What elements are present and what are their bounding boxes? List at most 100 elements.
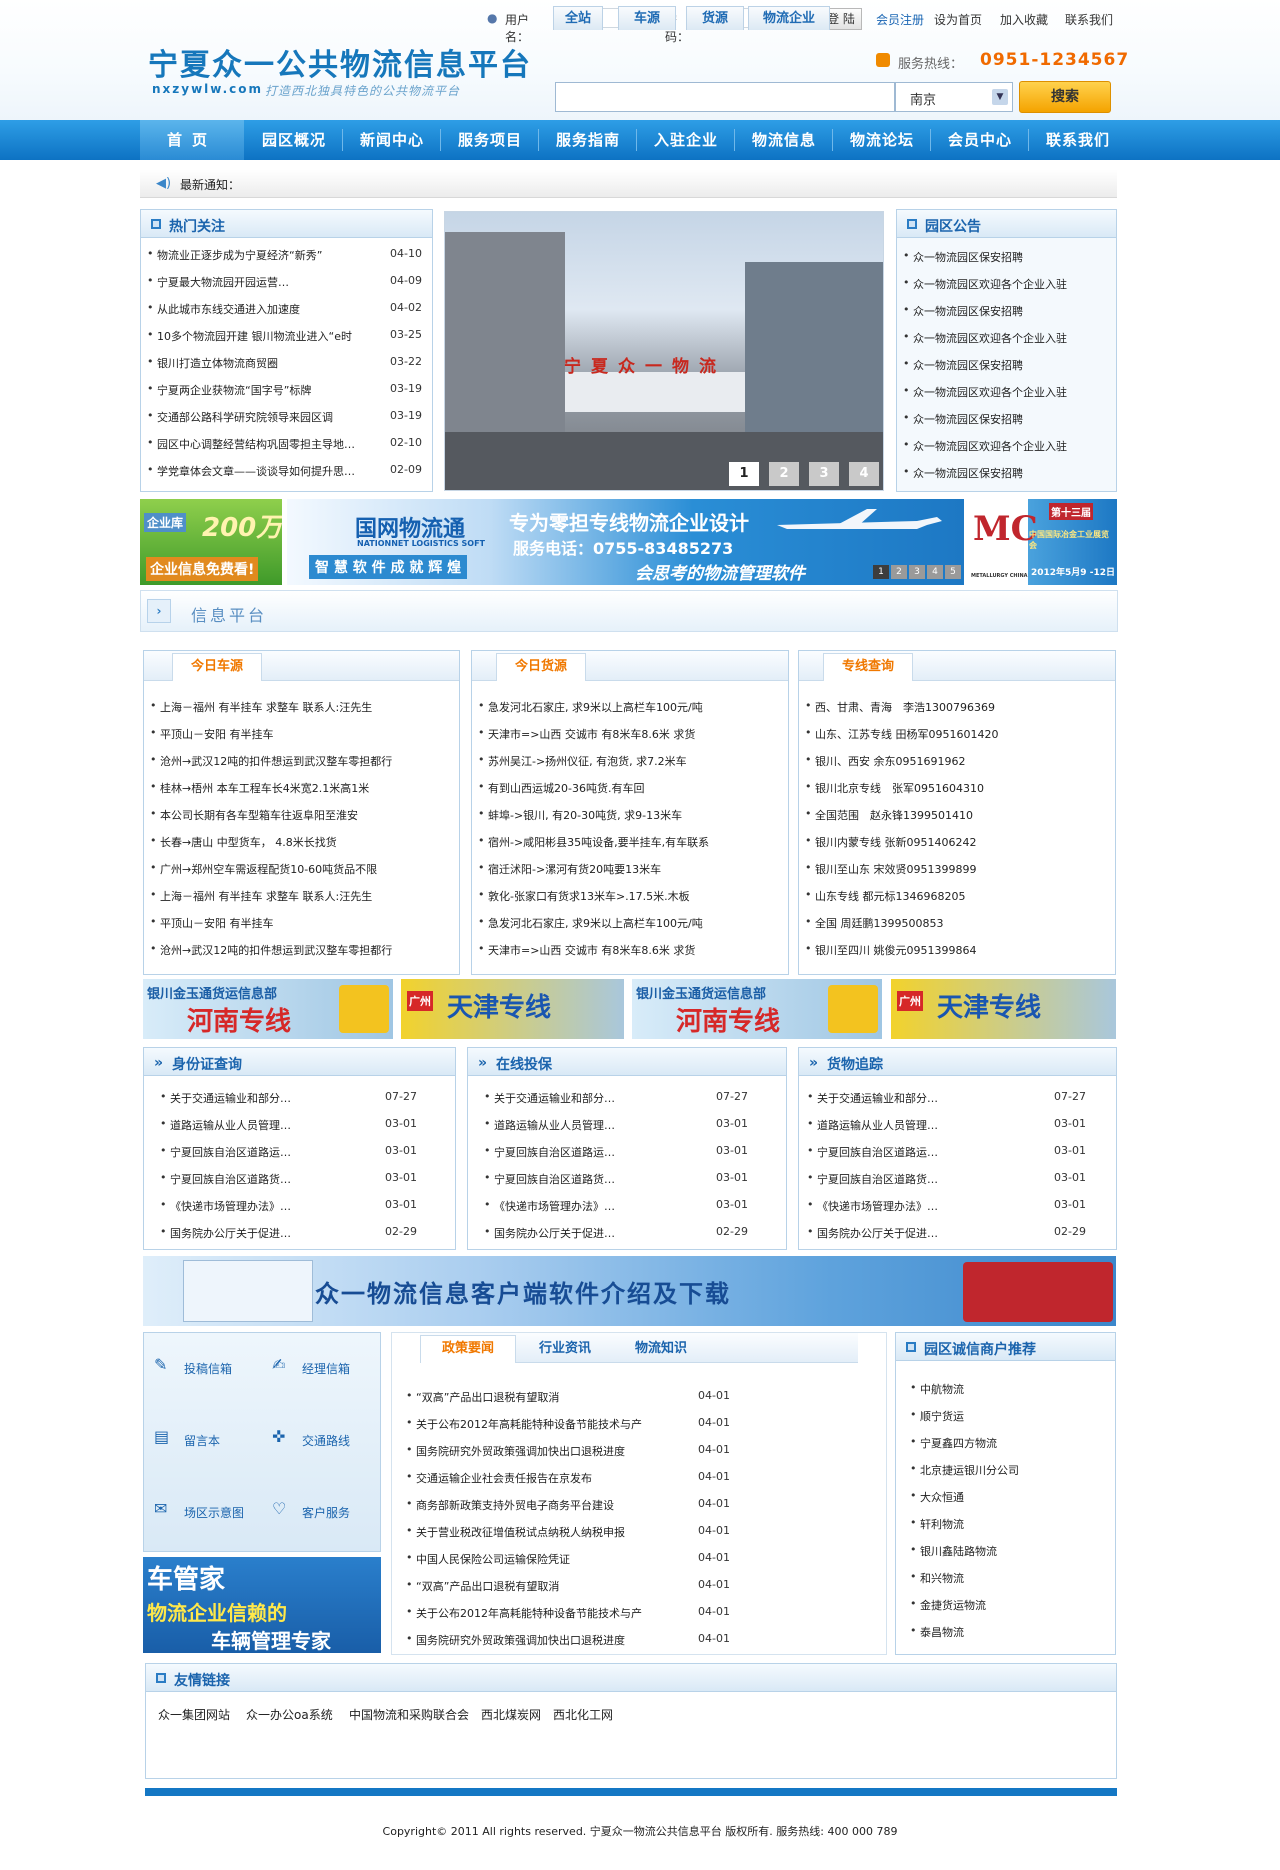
list-item[interactable]: 银川鑫陆路物流 xyxy=(896,1539,1115,1561)
tab-today-vehicles[interactable]: 今日车源 xyxy=(172,653,262,681)
list-item[interactable]: 沧州→武汉12吨的扣件想运到武汉整车零担都行 xyxy=(144,938,459,960)
search-tab-all[interactable]: 全站 xyxy=(553,6,603,30)
list-item[interactable]: 宁夏两企业获物流“国字号”标牌 03-19 xyxy=(141,378,432,400)
list-item[interactable]: 从此城市东线交通进入加速度 04-02 xyxy=(141,297,432,319)
list-item[interactable]: 园区中心调整经营结构巩固零担主导地… 02-10 xyxy=(141,432,432,454)
list-item[interactable]: 道路运输从业人员管理… 03-01 xyxy=(468,1113,786,1135)
list-item[interactable]: 桂林→梧州 本车工程车长4米宽2.1米高1米 xyxy=(144,776,459,798)
list-item[interactable]: 急发河北石家庄, 求9米以上高栏车100元/吨 xyxy=(472,911,788,933)
list-item[interactable]: 国务院办公厅关于促进… 02-29 xyxy=(468,1221,786,1243)
client-software-banner[interactable]: 众一物流信息客户端软件介绍及下载 xyxy=(143,1256,1116,1326)
list-item[interactable]: 山东专线 都元标1346968205 xyxy=(799,884,1115,906)
friend-link[interactable]: 西北煤炭网 xyxy=(481,1706,541,1723)
menu-submit-mailbox[interactable]: ✎ 投稿信箱 xyxy=(144,1333,262,1405)
menu-manager-mailbox[interactable]: ✍ 经理信箱 xyxy=(262,1333,380,1405)
list-item[interactable]: 银川北京专线 张军0951604310 xyxy=(799,776,1115,798)
list-item[interactable]: 10多个物流园开建 银川物流业进入“e时 03-25 xyxy=(141,324,432,346)
search-tab-vehicles[interactable]: 车源 xyxy=(618,6,676,30)
list-item[interactable]: 苏州吴江->扬州仪征, 有泡货, 求7.2米车 xyxy=(472,749,788,771)
nav-logistics-info[interactable]: 物流信息 xyxy=(736,120,832,160)
nav-member[interactable]: 会员中心 xyxy=(932,120,1028,160)
list-item[interactable]: 上海－福州 有半挂车 求整车 联系人:汪先生 xyxy=(144,884,459,906)
nav-home[interactable]: 首页 xyxy=(140,120,244,160)
list-item[interactable]: 商务部新政策支持外贸电子商务平台建设 04-01 xyxy=(392,1493,886,1515)
enterprise-db-banner[interactable]: 企业库 200万 企业信息免费看! xyxy=(140,499,282,585)
list-item[interactable]: 众一物流园区欢迎各个企业入驻 xyxy=(897,380,1116,402)
list-item[interactable]: 众一物流园区保安招聘 xyxy=(897,407,1116,429)
list-item[interactable]: 天津市=>山西 交诚市 有8米车8.6米 求货 xyxy=(472,722,788,744)
list-item[interactable]: 银川至山东 宋效贤0951399899 xyxy=(799,857,1115,879)
nationnet-banner[interactable]: 国网物流通 NATIONNET LOGISTICS SOFT 智 慧 软 件 成… xyxy=(287,499,964,585)
menu-customer-service[interactable]: ♡ 客户服务 xyxy=(262,1477,380,1549)
list-item[interactable]: 众一物流园区欢迎各个企业入驻 xyxy=(897,434,1116,456)
banner-page-2[interactable]: 2 xyxy=(891,565,907,579)
list-item[interactable]: 沧州→武汉12吨的扣件想运到武汉整车零担都行 xyxy=(144,749,459,771)
list-item[interactable]: 关于交通运输业和部分… 07-27 xyxy=(468,1086,786,1108)
site-title[interactable]: 宁夏众一公共物流信息平台 xyxy=(148,40,532,84)
list-item[interactable]: 宁夏回族自治区道路货… 03-01 xyxy=(799,1167,1116,1189)
slide-page-1[interactable]: 1 xyxy=(729,462,759,486)
list-item[interactable]: 学党章体会文章——谈谈导如何提升思… 02-09 xyxy=(141,459,432,481)
list-item[interactable]: 金捷货运物流 xyxy=(896,1593,1115,1615)
list-item[interactable]: 西、甘肃、青海 李浩1300796369 xyxy=(799,695,1115,717)
nav-contact[interactable]: 联系我们 xyxy=(1030,120,1126,160)
list-item[interactable]: 北京捷运银川分公司 xyxy=(896,1458,1115,1480)
nav-guide[interactable]: 服务指南 xyxy=(540,120,636,160)
list-item[interactable]: 银川、西安 余东0951691962 xyxy=(799,749,1115,771)
list-item[interactable]: 宁夏回族自治区道路货… 03-01 xyxy=(468,1167,786,1189)
tab-policy-news[interactable]: 政策要闻 xyxy=(420,1335,516,1363)
banner-page-5[interactable]: 5 xyxy=(945,565,961,579)
tianjin-line-banner[interactable]: 广州 天津专线 xyxy=(401,979,624,1039)
friend-link[interactable]: 众一办公oa系统 xyxy=(246,1706,333,1723)
slide-page-2[interactable]: 2 xyxy=(769,462,799,486)
nav-services[interactable]: 服务项目 xyxy=(442,120,538,160)
tab-industry-news[interactable]: 行业资讯 xyxy=(520,1335,610,1363)
list-item[interactable]: 宁夏回族自治区道路运… 03-01 xyxy=(144,1140,455,1162)
henan-line-banner[interactable]: 银川金玉通货运信息部 河南专线 xyxy=(632,979,882,1039)
nav-park-overview[interactable]: 园区概况 xyxy=(246,120,342,160)
list-item[interactable]: 山东、江苏专线 田杨军0951601420 xyxy=(799,722,1115,744)
list-item[interactable]: 《快递市场管理办法》… 03-01 xyxy=(144,1194,455,1216)
add-favorite-link[interactable]: 加入收藏 xyxy=(1000,11,1048,28)
list-item[interactable]: 众一物流园区保安招聘 xyxy=(897,245,1116,267)
list-item[interactable]: 国务院研究外贸政策强调加快出口退税进度 04-01 xyxy=(392,1439,886,1461)
metallurgy-expo-banner[interactable]: MC METALLURGY CHINA 第十三届 中国国际冶金工业展览会 201… xyxy=(969,499,1117,585)
banner-page-3[interactable]: 3 xyxy=(909,565,925,579)
list-item[interactable]: 本公司长期有各车型箱车往返阜阳至淮安 xyxy=(144,803,459,825)
banner-page-4[interactable]: 4 xyxy=(927,565,943,579)
list-item[interactable]: “双高”产品出口退税有望取消 04-01 xyxy=(392,1385,886,1407)
tab-today-goods[interactable]: 今日货源 xyxy=(496,653,586,681)
contact-link[interactable]: 联系我们 xyxy=(1065,11,1113,28)
list-item[interactable]: 宁夏鑫四方物流 xyxy=(896,1431,1115,1453)
list-item[interactable]: 天津市=>山西 交诚市 有8米车8.6米 求货 xyxy=(472,938,788,960)
list-item[interactable]: 道路运输从业人员管理… 03-01 xyxy=(144,1113,455,1135)
friend-link[interactable]: 中国物流和采购联合会 xyxy=(349,1706,469,1723)
list-item[interactable]: 国务院办公厅关于促进… 02-29 xyxy=(144,1221,455,1243)
list-item[interactable]: 交通运输企业社会责任报告在京发布 04-01 xyxy=(392,1466,886,1488)
list-item[interactable]: 平顶山－安阳 有半挂车 xyxy=(144,911,459,933)
list-item[interactable]: 《快递市场管理办法》… 03-01 xyxy=(799,1194,1116,1216)
list-item[interactable]: 平顶山－安阳 有半挂车 xyxy=(144,722,459,744)
list-item[interactable]: 敦化-张家口有货求13米车>.17.5米.木板 xyxy=(472,884,788,906)
list-item[interactable]: 众一物流园区保安招聘 xyxy=(897,461,1116,483)
nav-news[interactable]: 新闻中心 xyxy=(344,120,440,160)
list-item[interactable]: 关于公布2012年高耗能特种设备节能技术与产 04-01 xyxy=(392,1412,886,1434)
list-item[interactable]: 宁夏最大物流园开园运营… 04-09 xyxy=(141,270,432,292)
search-button[interactable]: 搜索 xyxy=(1019,81,1111,113)
list-item[interactable]: 宁夏回族自治区道路运… 03-01 xyxy=(799,1140,1116,1162)
city-select[interactable]: 南京 ▼ xyxy=(895,82,1013,112)
set-homepage-link[interactable]: 设为首页 xyxy=(934,11,982,28)
list-item[interactable]: 交通部公路科学研究院领导来园区调 03-19 xyxy=(141,405,432,427)
list-item[interactable]: 急发河北石家庄, 求9米以上高栏车100元/吨 xyxy=(472,695,788,717)
search-tab-goods[interactable]: 货源 xyxy=(686,6,744,30)
slide-page-3[interactable]: 3 xyxy=(809,462,839,486)
list-item[interactable]: 长春→唐山 中型货车， 4.8米长找货 xyxy=(144,830,459,852)
list-item[interactable]: 泰昌物流 xyxy=(896,1620,1115,1642)
list-item[interactable]: 中国人民保险公司运输保险凭证 04-01 xyxy=(392,1547,886,1569)
henan-line-banner[interactable]: 银川金玉通货运信息部 河南专线 xyxy=(143,979,393,1039)
list-item[interactable]: 关于营业税改征增值税试点纳税人纳税申报 04-01 xyxy=(392,1520,886,1542)
chevron-down-icon[interactable]: ▼ xyxy=(992,89,1008,105)
list-item[interactable]: 中航物流 xyxy=(896,1377,1115,1399)
car-manager-banner[interactable]: 车管家 物流企业信赖的 车辆管理专家 xyxy=(143,1557,381,1653)
menu-site-map[interactable]: ✉ 场区示意图 xyxy=(144,1477,262,1549)
